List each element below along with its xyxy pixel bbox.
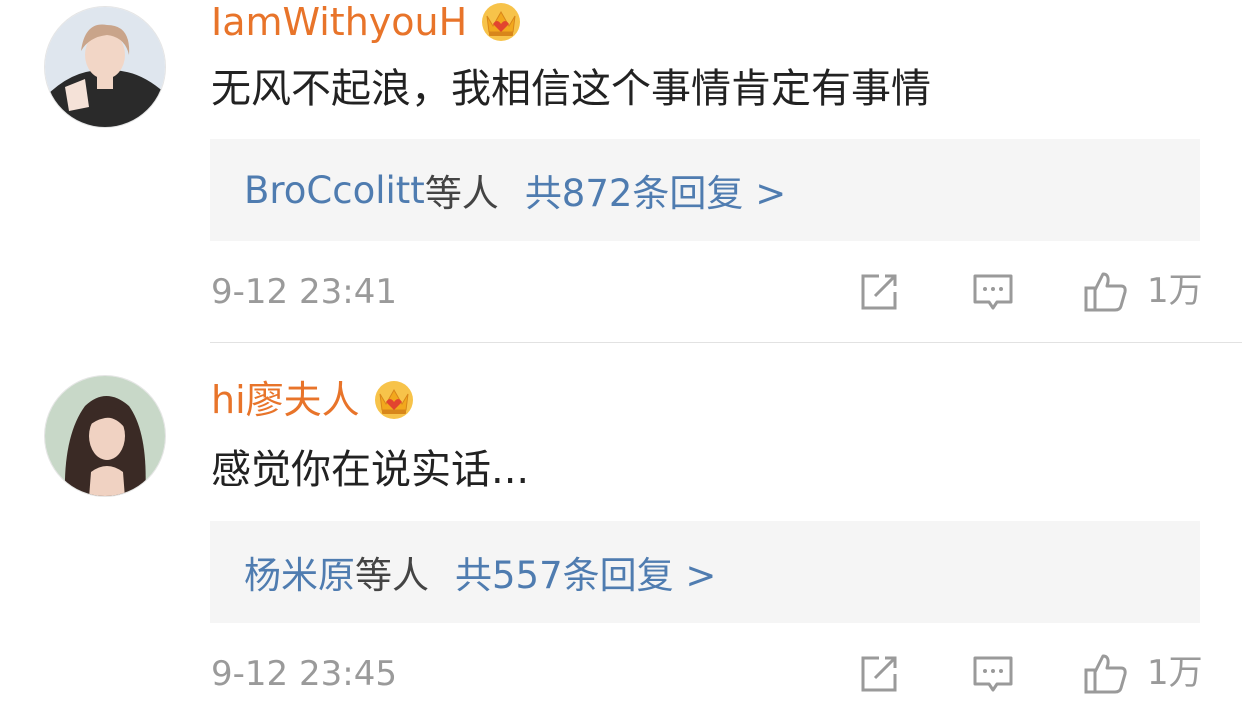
like-count: 1万 bbox=[1147, 653, 1203, 693]
username-text[interactable]: hi廖夫人 bbox=[211, 378, 360, 422]
reply-summary[interactable]: 杨米原 等人 共557条回复 > bbox=[210, 521, 1200, 623]
like-button[interactable]: 1万 bbox=[1083, 650, 1203, 696]
comment-button[interactable] bbox=[971, 270, 1015, 314]
like-count: 1万 bbox=[1147, 271, 1203, 311]
username[interactable]: IamWithyouH bbox=[211, 0, 523, 44]
comment-item: IamWithyouH 无风不起浪，我相信这个事情肯定有事情 BroCcolit… bbox=[0, 0, 1242, 343]
comment-item: hi廖夫人 感觉你在说实话... 杨米原 等人 共557条回复 > 9-12 2… bbox=[0, 343, 1242, 718]
reply-users[interactable]: BroCcolitt bbox=[244, 169, 425, 212]
reply-summary[interactable]: BroCcolitt 等人 共872条回复 > bbox=[210, 139, 1200, 241]
like-button[interactable]: 1万 bbox=[1083, 268, 1203, 314]
crown-icon bbox=[482, 3, 521, 41]
reply-users[interactable]: 杨米原 bbox=[244, 545, 355, 599]
repost-icon bbox=[861, 274, 897, 310]
reply-suffix: 等人 bbox=[355, 554, 429, 597]
comment-button[interactable] bbox=[971, 652, 1015, 696]
comment-text: 无风不起浪，我相信这个事情肯定有事情 bbox=[211, 66, 931, 112]
reply-total-link[interactable]: 共557条回复 > bbox=[455, 545, 716, 599]
timestamp: 9-12 23:41 bbox=[211, 272, 397, 312]
timestamp: 9-12 23:45 bbox=[211, 654, 397, 694]
reply-total-link[interactable]: 共872条回复 > bbox=[525, 163, 786, 217]
avatar[interactable] bbox=[44, 375, 166, 497]
username[interactable]: hi廖夫人 bbox=[211, 378, 416, 422]
username-text[interactable]: IamWithyouH bbox=[211, 0, 467, 44]
thumbs-up-icon bbox=[1084, 654, 1127, 694]
comment-text: 感觉你在说实话... bbox=[211, 447, 530, 493]
repost-icon bbox=[861, 656, 897, 692]
repost-button[interactable] bbox=[857, 270, 901, 314]
repost-button[interactable] bbox=[857, 652, 901, 696]
avatar[interactable] bbox=[44, 6, 166, 128]
comment-icon bbox=[973, 656, 1013, 692]
thumbs-up-icon bbox=[1084, 272, 1127, 312]
reply-suffix: 等人 bbox=[424, 172, 499, 215]
comment-icon bbox=[973, 274, 1013, 310]
crown-icon bbox=[374, 381, 413, 419]
